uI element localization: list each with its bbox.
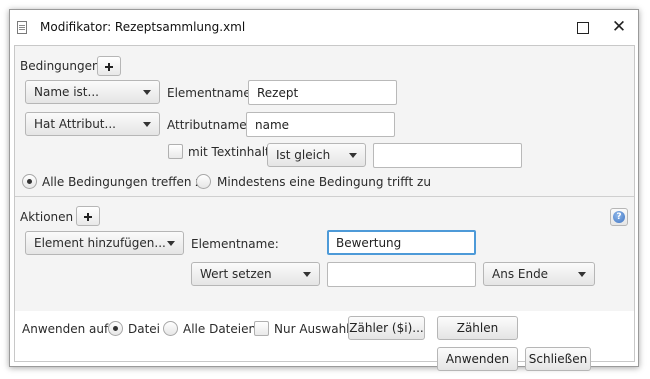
window-title: Modifikator: Rezeptsammlung.xml (40, 20, 246, 34)
close-icon[interactable]: ✕ (608, 16, 630, 38)
modifier-dialog: Modifikator: Rezeptsammlung.xml ✕ Beding… (9, 9, 639, 371)
text-content-input[interactable] (373, 143, 522, 168)
action-type-combo-1[interactable]: Element hinzufügen... (25, 231, 184, 255)
condition-type-combo-1[interactable]: Name ist... (25, 80, 160, 104)
condition-type-combo-1-value: Name ist... (34, 85, 99, 99)
chevron-down-icon (143, 122, 151, 127)
add-condition-button[interactable] (97, 56, 121, 76)
add-icon (103, 61, 115, 73)
add-action-button[interactable] (76, 206, 100, 226)
selection-only-checkbox[interactable] (254, 321, 269, 336)
selection-only-label: Nur Auswahl (274, 322, 350, 336)
close-button[interactable]: Schließen (525, 347, 591, 371)
counter-button[interactable]: Zähler ($i)... (348, 316, 425, 340)
text-comparison-combo-value: Ist gleich (276, 148, 331, 162)
all-conditions-label: Alle Bedingungen treffen zu (42, 175, 210, 189)
actions-label: Aktionen (20, 210, 74, 224)
apply-file-label: Datei (128, 322, 161, 336)
dialog-content: Bedingungen Name ist... Elementname: Hat… (14, 45, 635, 371)
condition-attribute-name-input[interactable] (246, 112, 395, 137)
any-condition-label: Mindestens eine Bedingung trifft zu (217, 175, 431, 189)
help-button[interactable]: ? (610, 208, 628, 226)
conditions-label: Bedingungen (20, 59, 100, 73)
any-condition-radio[interactable] (196, 174, 211, 189)
chevron-down-icon (143, 90, 151, 95)
text-content-checkbox-label: mit Textinhalt (188, 145, 270, 159)
chevron-down-icon (303, 272, 311, 277)
attribute-name-label: Attributname: (167, 118, 251, 132)
help-icon: ? (613, 211, 625, 223)
apply-button[interactable]: Anwenden (437, 347, 518, 371)
insert-position-combo-value: Ans Ende (492, 267, 549, 281)
insert-position-combo[interactable]: Ans Ende (483, 262, 595, 286)
count-button[interactable]: Zählen (437, 316, 518, 340)
text-content-checkbox[interactable] (168, 144, 183, 159)
condition-element-name-input[interactable] (248, 80, 397, 105)
action-type-combo-2[interactable]: Wert setzen (191, 262, 320, 286)
condition-type-combo-2-value: Hat Attribut... (34, 117, 116, 131)
element-name-label: Elementname: (167, 86, 255, 100)
title-bar[interactable]: Modifikator: Rezeptsammlung.xml ✕ (10, 10, 638, 44)
action-value-input[interactable] (327, 262, 476, 287)
apply-all-files-label: Alle Dateien (183, 322, 257, 336)
condition-type-combo-2[interactable]: Hat Attribut... (25, 112, 160, 136)
all-conditions-radio[interactable] (22, 174, 37, 189)
chevron-down-icon (349, 153, 357, 158)
action-element-name-input[interactable] (327, 230, 476, 255)
apply-to-label: Anwenden auf: (22, 322, 112, 336)
apply-all-files-radio[interactable] (163, 321, 178, 336)
section-divider (15, 196, 634, 197)
apply-file-radio[interactable] (108, 321, 123, 336)
document-icon (17, 21, 27, 34)
maximize-icon[interactable] (577, 22, 589, 34)
action-element-name-label: Elementname: (191, 237, 279, 251)
action-type-combo-2-value: Wert setzen (200, 267, 272, 281)
action-type-combo-1-value: Element hinzufügen... (34, 236, 166, 250)
chevron-down-icon (167, 241, 175, 246)
text-comparison-combo[interactable]: Ist gleich (267, 143, 366, 167)
add-icon (82, 211, 94, 223)
chevron-down-icon (578, 272, 586, 277)
